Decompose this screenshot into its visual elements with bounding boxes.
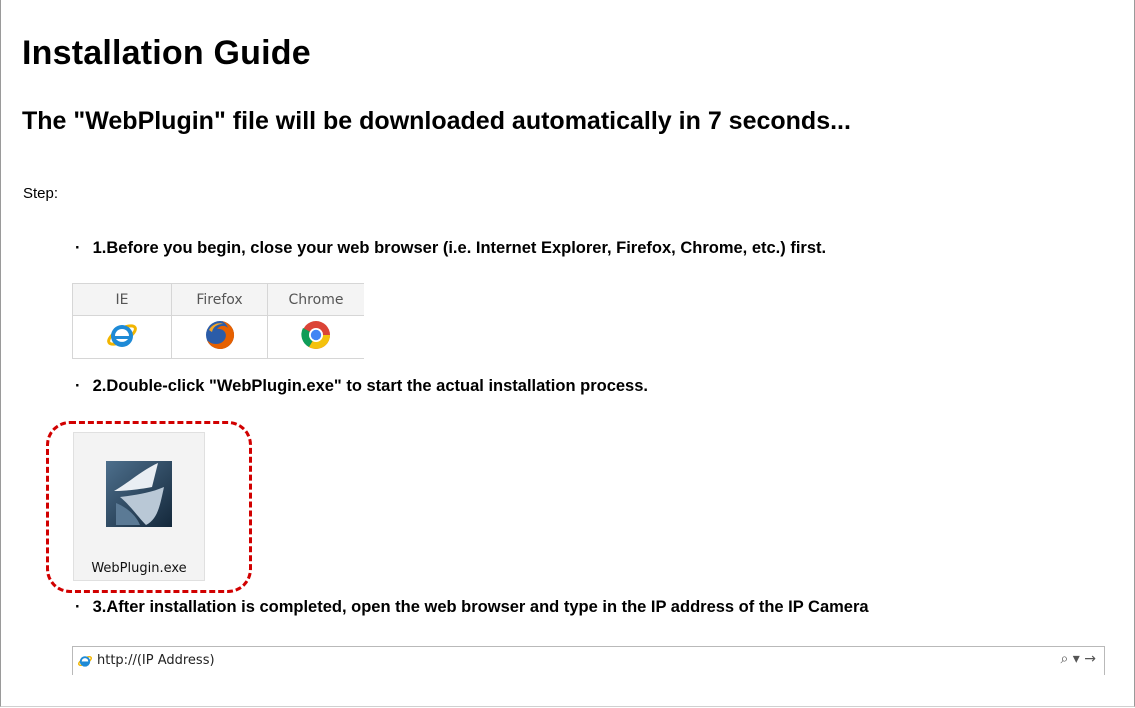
bullet-icon: · <box>75 239 81 257</box>
page-title: Installation Guide <box>22 34 311 72</box>
bullet-icon: · <box>75 598 81 616</box>
step-1: · 1.Before you begin, close your web bro… <box>75 239 826 258</box>
bullet-icon: · <box>75 377 81 395</box>
download-countdown-heading: The "WebPlugin" file will be downloaded … <box>22 107 851 135</box>
webplugin-installer-icon <box>106 461 172 527</box>
file-name-label: WebPlugin.exe <box>91 561 187 576</box>
step-3-text: 3.After installation is completed, open … <box>92 598 869 616</box>
step-2: · 2.Double-click "WebPlugin.exe" to star… <box>75 377 648 396</box>
step-1-text: 1.Before you begin, close your web brows… <box>92 239 827 257</box>
url-text[interactable]: http://(IP Address) <box>97 653 215 668</box>
browser-header-chrome: Chrome <box>267 283 364 316</box>
browser-header-ie: IE <box>72 283 172 316</box>
address-bar-controls: ⌕ ▾ → <box>1060 651 1096 667</box>
browser-cell-firefox <box>171 315 268 359</box>
browser-cell-chrome <box>267 315 364 359</box>
go-arrow-icon[interactable]: → <box>1084 651 1096 667</box>
browser-header-firefox: Firefox <box>171 283 268 316</box>
webplugin-file[interactable]: WebPlugin.exe <box>73 432 205 581</box>
chevron-down-icon[interactable]: ▾ <box>1073 651 1080 667</box>
step-label: Step: <box>23 185 59 202</box>
address-bar[interactable]: http://(IP Address) ⌕ ▾ → <box>72 646 1105 675</box>
browser-cell-ie <box>72 315 172 359</box>
browser-table: IE Firefox Chrome <box>72 283 364 359</box>
firefox-icon <box>205 320 234 349</box>
chrome-icon <box>301 321 330 349</box>
step-2-text: 2.Double-click "WebPlugin.exe" to start … <box>92 377 648 395</box>
step-3: · 3.After installation is completed, ope… <box>75 598 869 617</box>
search-icon[interactable]: ⌕ <box>1060 651 1068 667</box>
internet-explorer-icon <box>107 324 137 347</box>
internet-explorer-icon <box>78 656 92 667</box>
